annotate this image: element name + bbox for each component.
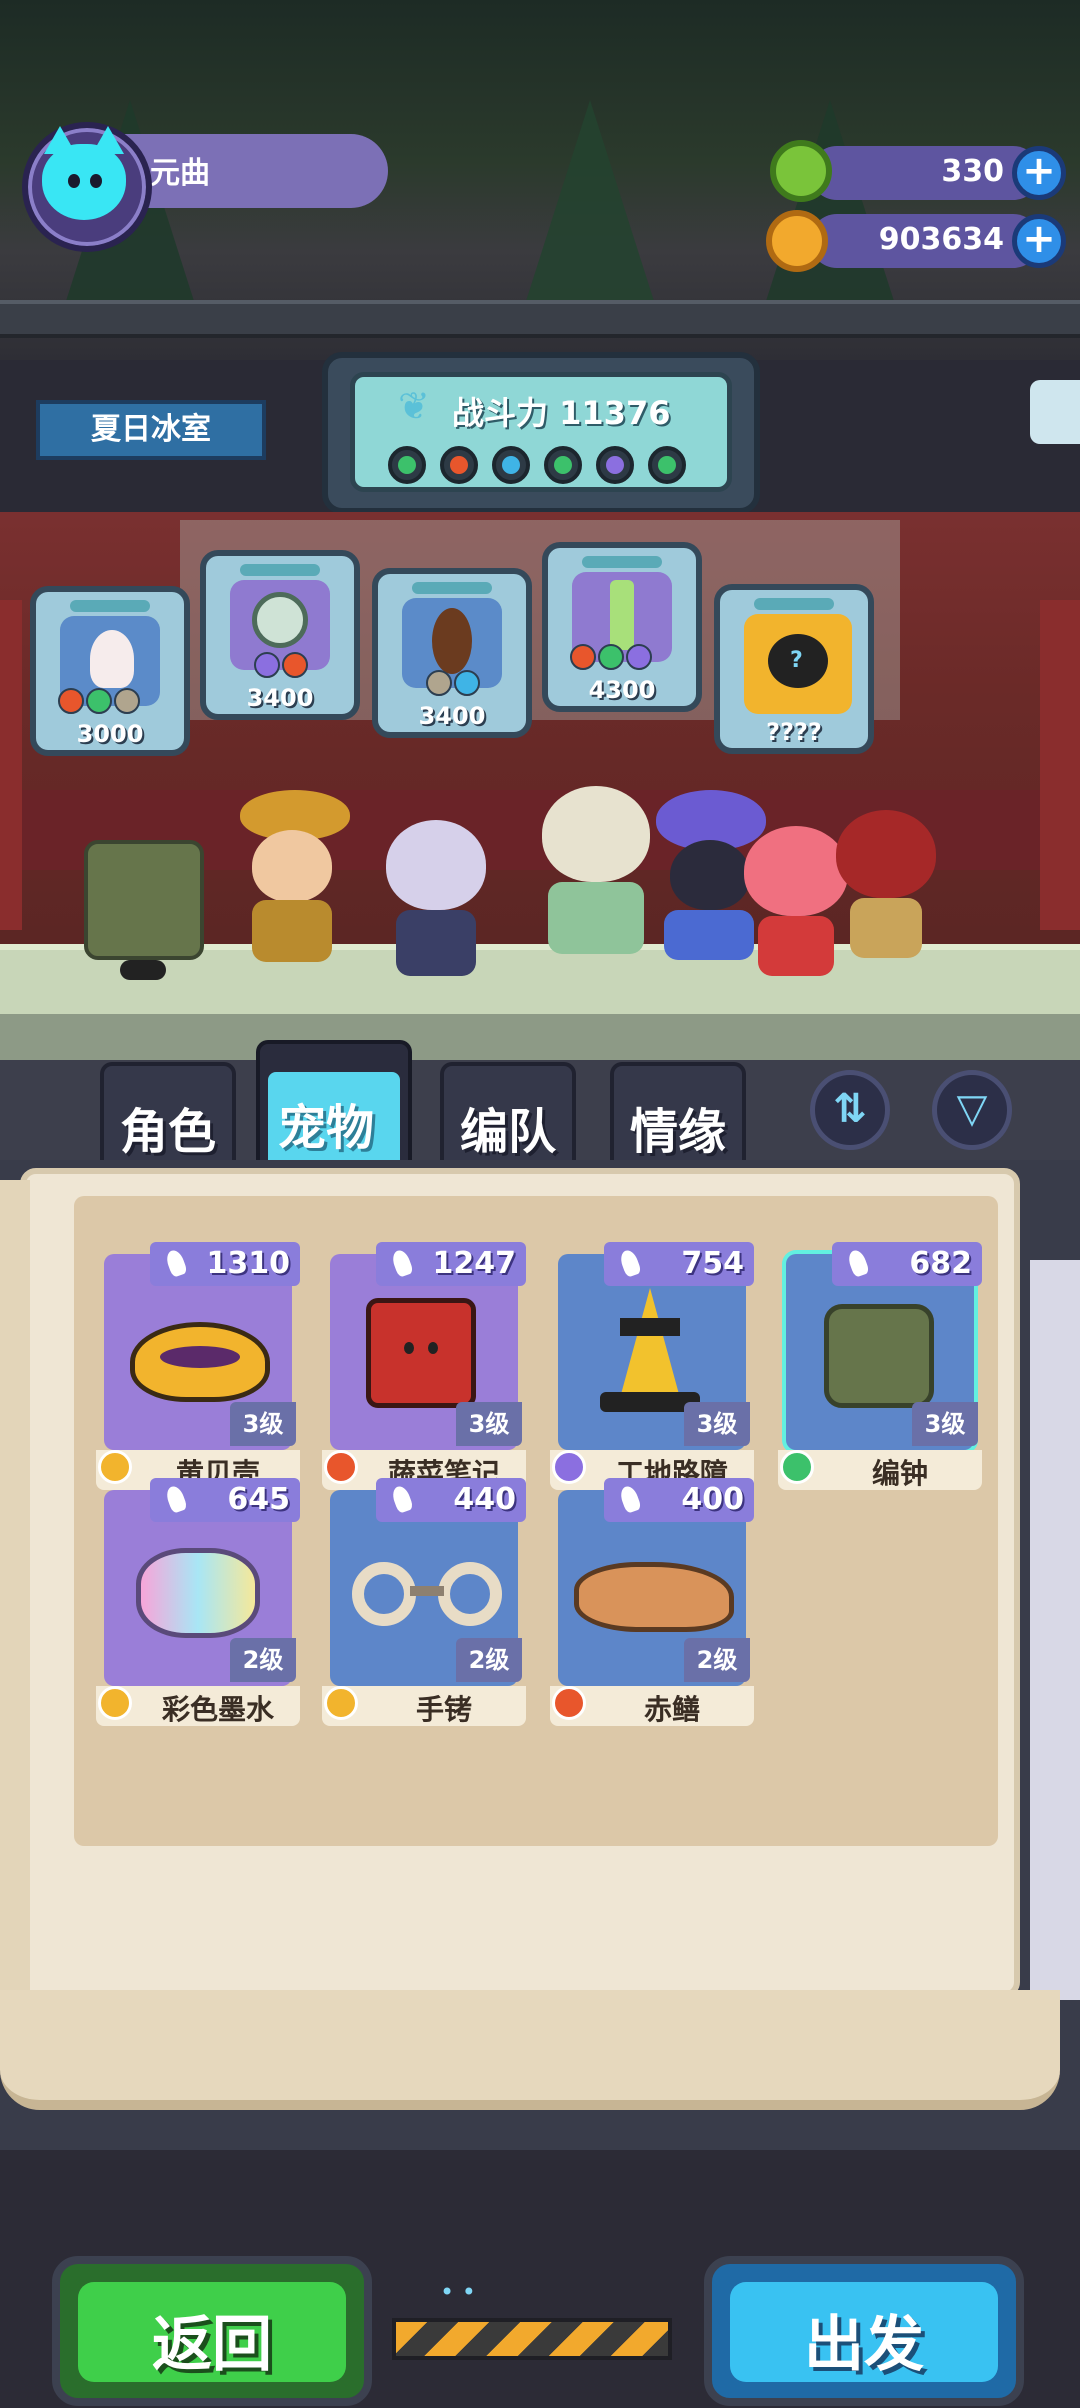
team-pet-slot-4[interactable]: 4300: [542, 542, 702, 712]
team-element-icon: [648, 446, 686, 484]
team-pet-power: ????: [766, 718, 822, 746]
pet-level: 3级: [230, 1402, 296, 1446]
pet-name: 编钟: [871, 1457, 928, 1490]
silver-hair-character[interactable]: [380, 820, 490, 990]
witch-character[interactable]: [230, 790, 350, 970]
pet-power: 754: [604, 1242, 754, 1286]
pet-card[interactable]: 754 3级 工地路障: [550, 1242, 754, 1490]
tab-bonds[interactable]: 情缘: [610, 1062, 746, 1172]
share-icon[interactable]: [1030, 380, 1080, 444]
team-element-icon: [492, 446, 530, 484]
team-pet-slot-1[interactable]: 3000: [30, 586, 190, 756]
pet-power: 1247: [376, 1242, 526, 1286]
traffic-cone-pet-icon: [600, 1288, 700, 1412]
pet-name: 手铐: [415, 1693, 472, 1726]
tree-decoration: [520, 100, 660, 320]
add-donut-button[interactable]: +: [1012, 146, 1066, 200]
team-element-icon: [544, 446, 582, 484]
pet-name: 赤鳝: [643, 1693, 700, 1726]
bell-character[interactable]: [84, 820, 204, 980]
pet-card[interactable]: 1247 3级 蔬菜笔记: [322, 1242, 526, 1490]
bell-pet-icon: [824, 1294, 934, 1414]
gold-element-icon: [324, 1686, 358, 1720]
pet-level: 3级: [912, 1402, 978, 1446]
tab-characters[interactable]: 角色: [100, 1062, 236, 1172]
rail-decoration: [0, 300, 1080, 338]
player-name: 元曲: [150, 156, 210, 191]
curtain-left: [0, 600, 22, 930]
team-power-label: 战斗力 11376: [452, 394, 671, 432]
book-spine: [0, 1990, 1060, 2110]
pet-element-icons: [254, 652, 310, 682]
book-cover-edge: [0, 1180, 30, 2010]
pet-power: 1310: [150, 1242, 300, 1286]
locked-pet-icon: ?: [744, 614, 852, 714]
team-element-icon: [440, 446, 478, 484]
curtain-right: [1040, 600, 1080, 930]
notebook-pet-icon: [366, 1298, 476, 1408]
depart-button[interactable]: 出发: [704, 2256, 1024, 2406]
pet-level: 2级: [456, 1638, 522, 1682]
team-pet-slot-5[interactable]: ? ????: [714, 584, 874, 754]
ink-jar-pet-icon: [136, 1538, 260, 1638]
eel-pet-icon: [574, 1552, 734, 1636]
pet-card[interactable]: 1310 3级 黄贝壳: [96, 1242, 300, 1490]
team-pet-power: 4300: [588, 676, 656, 704]
team-pet-power: 3400: [246, 684, 314, 712]
pet-level: 2级: [684, 1638, 750, 1682]
team-pet-power: 3400: [418, 702, 486, 730]
sort-button[interactable]: ⇅: [810, 1070, 890, 1150]
pet-level: 3级: [456, 1402, 522, 1446]
pet-card[interactable]: 440 2级 手铐: [322, 1478, 526, 1726]
room-name-sign: 夏日冰室: [36, 400, 266, 460]
pet-element-icons: [426, 670, 482, 700]
hazard-stripe-decoration: [392, 2318, 672, 2360]
team-pet-slot-3[interactable]: 3400: [372, 568, 532, 738]
back-button[interactable]: 返回: [52, 2256, 372, 2406]
tab-label: 角色: [120, 1104, 217, 1160]
team-pet-slot-2[interactable]: 3400: [200, 550, 360, 720]
team-element-icon: [388, 446, 426, 484]
feather-icon: ❦: [398, 384, 430, 428]
red-hair-character[interactable]: [830, 810, 940, 970]
pet-element-icons: [58, 688, 142, 718]
green-element-icon: [780, 1450, 814, 1484]
depart-button-label: 出发: [804, 2310, 924, 2380]
tree-decoration: [760, 100, 900, 320]
pet-card-selected[interactable]: 682 3级 编钟: [778, 1242, 982, 1490]
gold-element-icon: [98, 1686, 132, 1720]
fire-element-icon: [552, 1686, 586, 1720]
pet-name: 彩色墨水: [161, 1693, 274, 1726]
cat-avatar-icon: [42, 126, 126, 220]
shell-pet-icon: [130, 1312, 270, 1402]
pet-power: 645: [150, 1478, 300, 1522]
green-dress-character[interactable]: [530, 786, 660, 966]
book-page-edge: [1030, 1260, 1080, 2000]
planet-coin-icon: [766, 210, 828, 272]
tab-label: 情缘: [630, 1104, 727, 1160]
coin-currency-value: 903634: [878, 222, 1004, 257]
tab-formation[interactable]: 编队: [440, 1062, 576, 1172]
page-indicator: • •: [440, 2278, 500, 2306]
pet-power: 682: [832, 1242, 982, 1286]
pet-power: 400: [604, 1478, 754, 1522]
filter-button[interactable]: ▽: [932, 1070, 1012, 1150]
back-button-label: 返回: [152, 2310, 272, 2380]
pet-level: 3级: [684, 1402, 750, 1446]
pet-element-icons: [570, 644, 654, 674]
donut-currency-value: 330: [941, 154, 1004, 189]
pet-card[interactable]: 400 2级 赤鳝: [550, 1478, 754, 1726]
tab-label: 编队: [460, 1104, 557, 1160]
tab-label: 宠物: [278, 1100, 375, 1156]
team-pet-power: 3000: [76, 720, 144, 748]
pet-power: 440: [376, 1478, 526, 1522]
pet-level: 2级: [230, 1638, 296, 1682]
handcuffs-pet-icon: [352, 1542, 502, 1642]
add-coin-button[interactable]: +: [1012, 214, 1066, 268]
pet-card[interactable]: 645 2级 彩色墨水: [96, 1478, 300, 1726]
team-element-icon: [596, 446, 634, 484]
